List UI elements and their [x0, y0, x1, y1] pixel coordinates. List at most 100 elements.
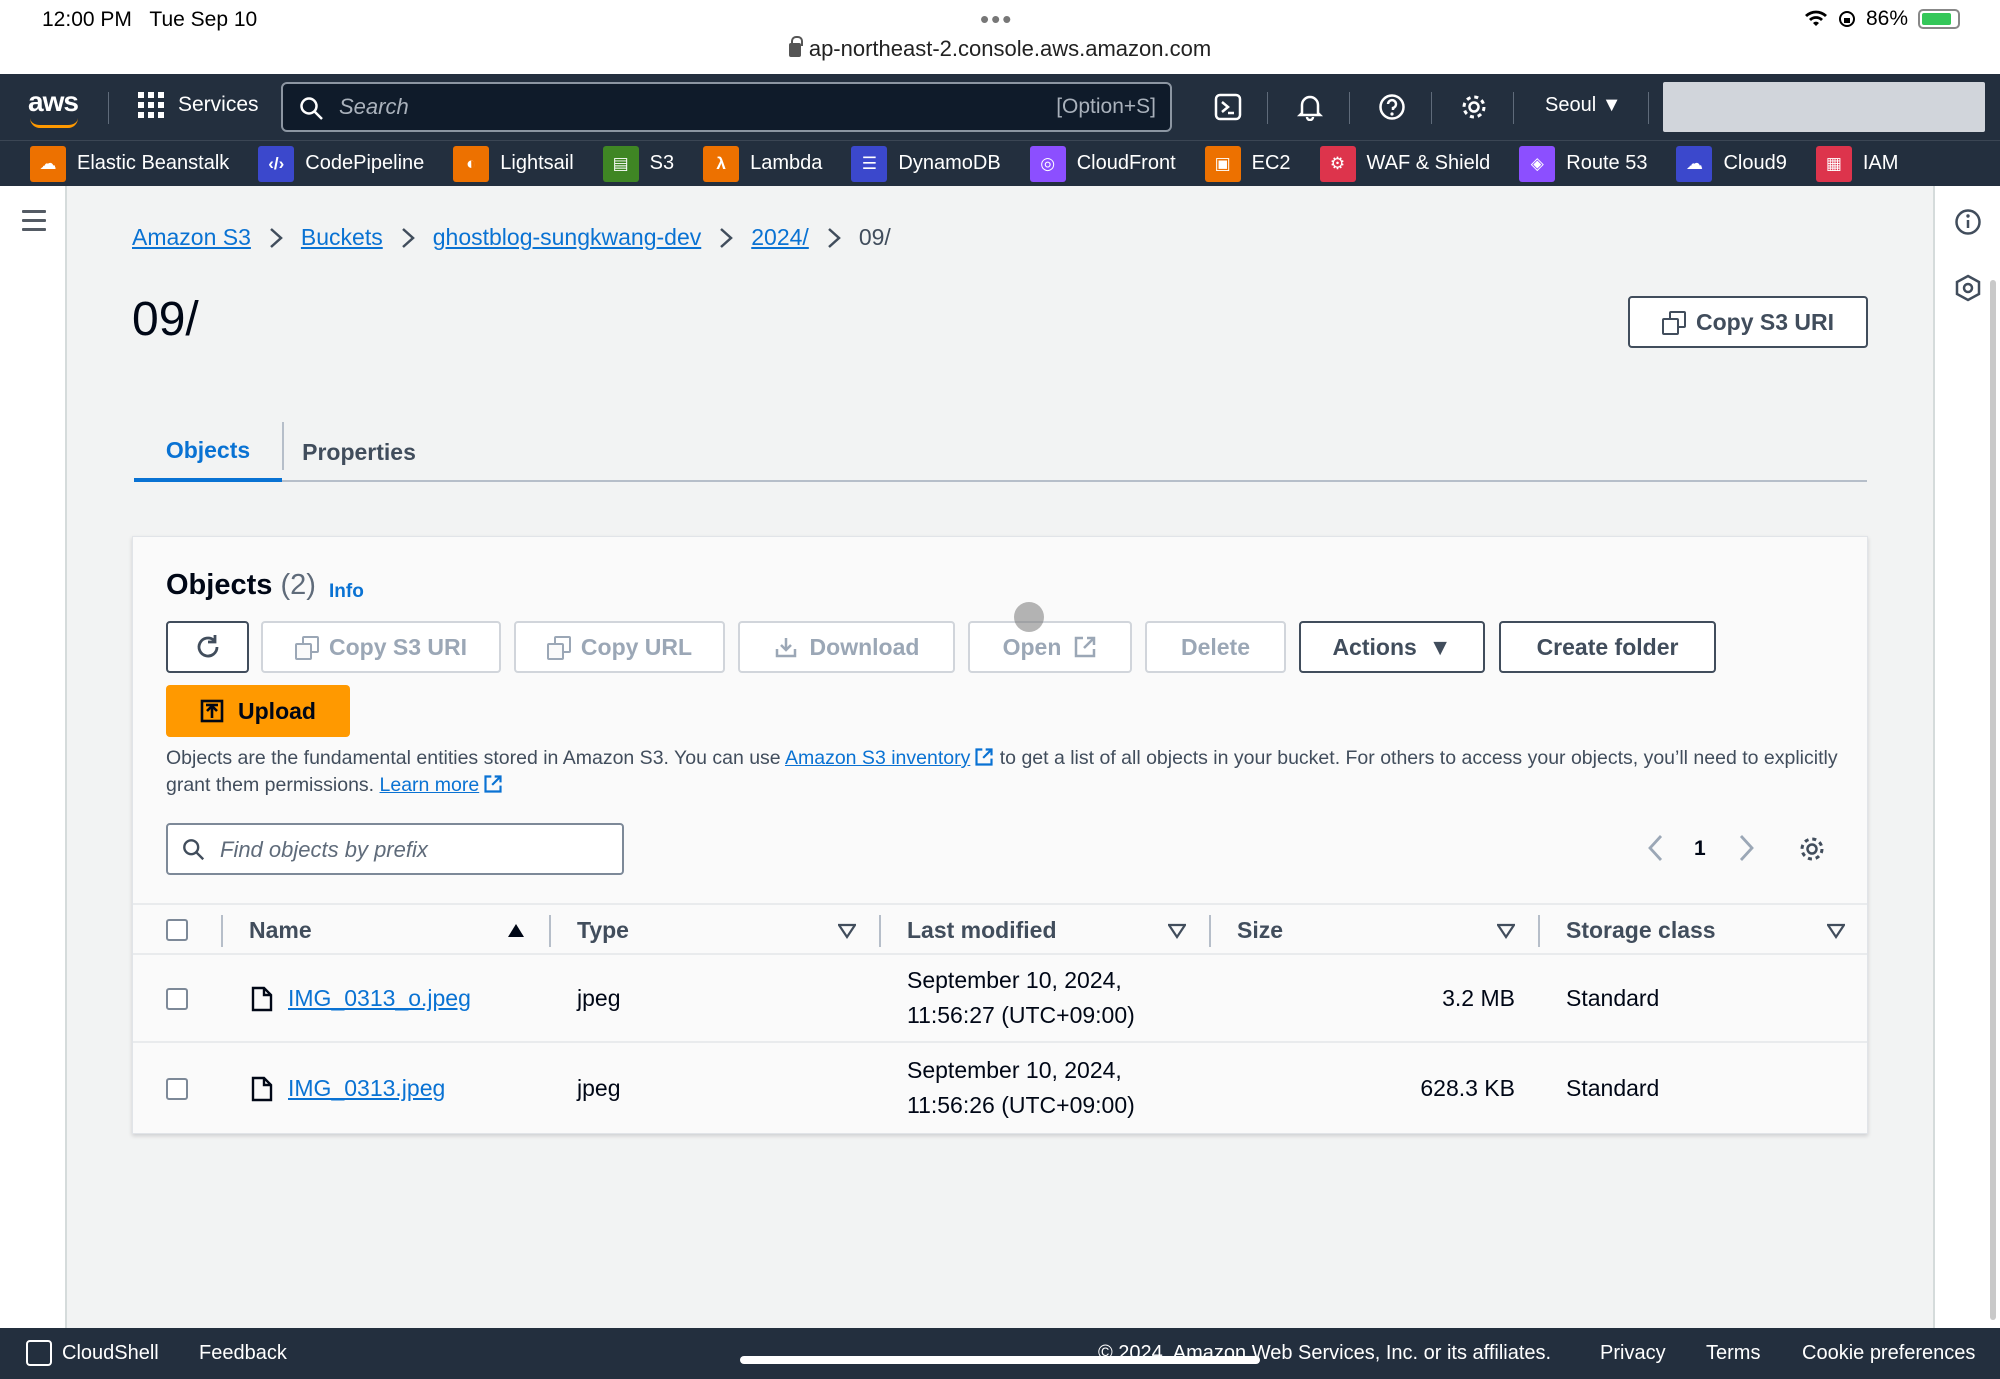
menu-icon[interactable]	[22, 210, 46, 237]
column-storage-class[interactable]: Storage class	[1566, 917, 1716, 944]
settings-button[interactable]	[1456, 89, 1492, 125]
region-selector[interactable]: Seoul ▼	[1545, 94, 1622, 117]
cloudshell-link[interactable]: CloudShell	[62, 1342, 159, 1365]
sort-icon[interactable]	[1827, 923, 1845, 939]
status-time: 12:00 PM Tue Sep 10	[42, 8, 258, 31]
copy-url-button[interactable]: Copy URL	[514, 621, 725, 673]
favorite-route53[interactable]: ◈ Route 53	[1519, 145, 1648, 182]
table-row[interactable]: IMG_0313_o.jpeg jpeg September 10, 2024,…	[133, 955, 1867, 1043]
bell-icon	[1296, 95, 1324, 121]
refresh-button[interactable]	[166, 621, 249, 673]
info-circle-icon[interactable]	[1954, 208, 1982, 236]
favorite-codepipeline[interactable]: ‹/› CodePipeline	[258, 145, 425, 182]
ec2-icon: ▣	[1204, 145, 1241, 182]
aws-logo[interactable]: aws	[28, 86, 79, 118]
page-title: 09/	[132, 293, 199, 346]
favorite-label: S3	[649, 152, 675, 174]
find-objects-filter[interactable]	[166, 823, 624, 875]
row-checkbox[interactable]	[166, 988, 188, 1010]
favorite-label: DynamoDB	[898, 152, 1001, 174]
copy-s3-uri-header-button[interactable]: Copy S3 URI	[1628, 296, 1868, 348]
search-icon	[300, 97, 323, 120]
object-name-link[interactable]: IMG_0313_o.jpeg	[288, 985, 471, 1012]
objects-description: Objects are the fundamental entities sto…	[166, 747, 1838, 796]
services-menu-button[interactable]: Services	[138, 92, 259, 118]
create-folder-button[interactable]: Create folder	[1499, 621, 1716, 673]
sort-icon[interactable]	[1497, 923, 1515, 939]
favorite-cloud9[interactable]: ☁ Cloud9	[1676, 145, 1787, 182]
next-page-icon[interactable]	[1738, 833, 1756, 863]
hexagon-icon[interactable]	[1954, 274, 1982, 302]
favorite-dynamodb[interactable]: ☰ DynamoDB	[851, 145, 1001, 182]
sort-icon[interactable]	[1168, 923, 1186, 939]
actions-dropdown[interactable]: Actions ▼	[1299, 621, 1485, 673]
favorite-label: CodePipeline	[305, 152, 425, 174]
column-type[interactable]: Type	[577, 917, 629, 944]
objects-heading: Objects (2)	[166, 569, 316, 601]
column-size[interactable]: Size	[1237, 917, 1283, 944]
cookie-preferences-link[interactable]: Cookie preferences	[1802, 1342, 1975, 1365]
sort-ascending-icon[interactable]	[507, 923, 525, 939]
battery-percent: 86%	[1865, 7, 1908, 30]
favorite-s3[interactable]: ▤ S3	[602, 145, 675, 182]
favorite-label: Cloud9	[1723, 152, 1787, 174]
page-number[interactable]: 1	[1694, 837, 1706, 861]
object-last-modified: September 10, 2024, 11:56:26 (UTC+09:00)	[907, 1057, 1135, 1118]
codepipeline-icon: ‹/›	[258, 145, 295, 182]
global-search[interactable]: [Option+S]	[281, 82, 1172, 132]
learn-more-link[interactable]: Learn more	[380, 774, 480, 796]
url-bar[interactable]: ap-northeast-2.console.aws.amazon.com	[0, 36, 2000, 62]
external-link-icon	[1075, 636, 1096, 658]
search-input[interactable]	[339, 92, 989, 122]
s3-inventory-link[interactable]: Amazon S3 inventory	[785, 747, 970, 769]
favorite-lightsail[interactable]: ◐ Lightsail	[453, 145, 574, 182]
select-all-checkbox[interactable]	[166, 919, 188, 941]
refresh-icon	[197, 635, 218, 658]
terms-link[interactable]: Terms	[1706, 1342, 1760, 1365]
gear-icon	[1462, 95, 1486, 119]
scrollbar[interactable]	[1990, 280, 1996, 1320]
cloudshell-nav-button[interactable]	[1210, 89, 1246, 125]
breadcrumb-buckets[interactable]: Buckets	[301, 224, 383, 251]
info-link[interactable]: Info	[329, 581, 364, 603]
download-button[interactable]: Download	[738, 621, 955, 673]
delete-button[interactable]: Delete	[1145, 621, 1286, 673]
find-objects-input[interactable]	[220, 835, 600, 865]
copy-s3-uri-button[interactable]: Copy S3 URI	[261, 621, 501, 673]
object-name-link[interactable]: IMG_0313.jpeg	[288, 1075, 445, 1102]
home-indicator[interactable]	[740, 1356, 1260, 1364]
account-menu[interactable]	[1663, 82, 1985, 132]
table-row[interactable]: IMG_0313.jpeg jpeg September 10, 2024, 11…	[133, 1045, 1867, 1133]
column-name[interactable]: Name	[249, 917, 312, 944]
multitask-dots[interactable]: •••	[980, 4, 1013, 35]
previous-page-icon[interactable]	[1646, 833, 1664, 863]
help-icon	[1379, 94, 1405, 120]
notifications-button[interactable]	[1292, 89, 1328, 125]
favorite-label: Route 53	[1566, 152, 1648, 174]
wifi-icon	[1804, 10, 1827, 26]
row-checkbox[interactable]	[166, 1078, 188, 1100]
favorite-ec2[interactable]: ▣ EC2	[1204, 145, 1291, 182]
breadcrumb-bucket[interactable]: ghostblog-sungkwang-dev	[433, 224, 702, 251]
upload-button[interactable]: Upload	[166, 685, 350, 737]
sort-icon[interactable]	[838, 923, 856, 939]
column-last-modified[interactable]: Last modified	[907, 917, 1057, 944]
tab-properties[interactable]: Properties	[284, 422, 434, 482]
help-button[interactable]	[1374, 89, 1410, 125]
favorite-iam[interactable]: ▦ IAM	[1815, 145, 1898, 182]
favorite-lambda[interactable]: λ Lambda	[703, 145, 822, 182]
tab-objects[interactable]: Objects	[134, 422, 282, 482]
favorite-beanstalk[interactable]: ☁ Elastic Beanstalk	[30, 145, 229, 182]
table-settings-icon[interactable]	[1798, 835, 1826, 863]
feedback-link[interactable]: Feedback	[199, 1342, 287, 1365]
favorite-waf[interactable]: ⚙ WAF & Shield	[1319, 145, 1490, 182]
favorite-cloudfront[interactable]: ◎ CloudFront	[1029, 145, 1176, 182]
console-footer: CloudShell Feedback © 2024, Amazon Web S…	[0, 1328, 2000, 1379]
open-button[interactable]: Open	[968, 621, 1132, 673]
search-icon	[183, 839, 205, 861]
breadcrumb-amazon-s3[interactable]: Amazon S3	[132, 224, 251, 251]
breadcrumb-2024[interactable]: 2024/	[751, 224, 809, 251]
touch-indicator	[1014, 602, 1044, 632]
privacy-link[interactable]: Privacy	[1600, 1342, 1666, 1365]
file-icon	[251, 1076, 273, 1102]
